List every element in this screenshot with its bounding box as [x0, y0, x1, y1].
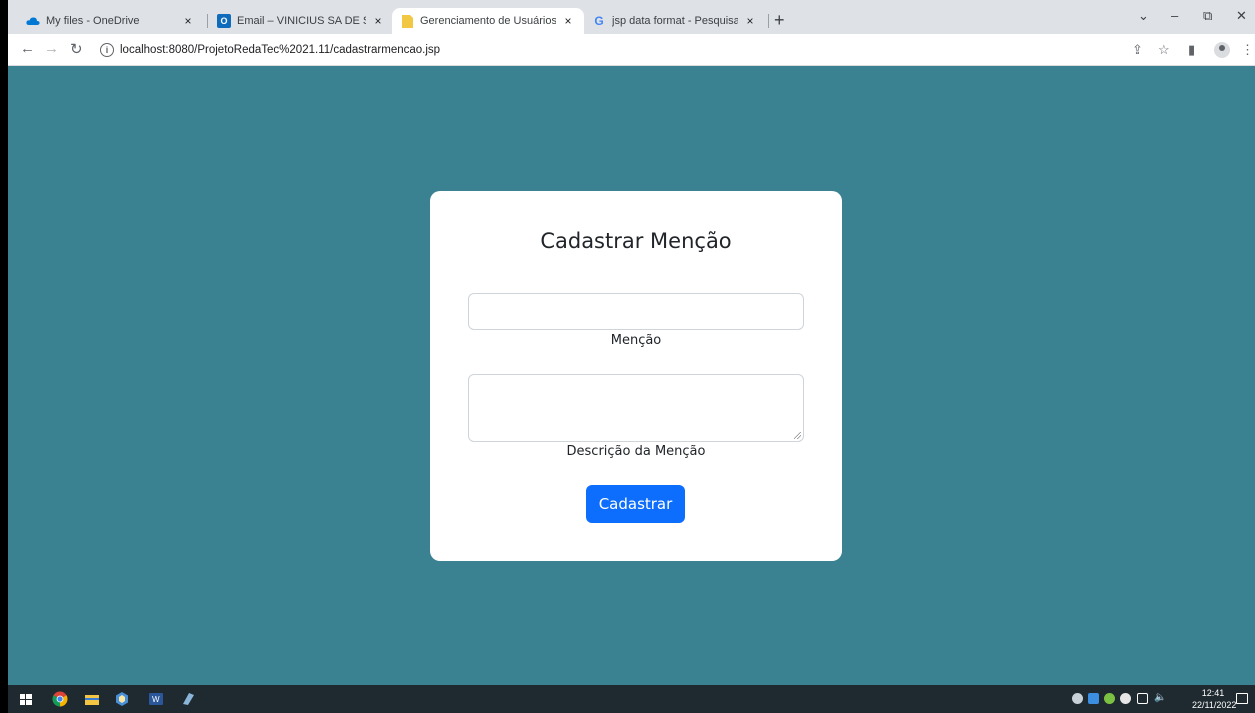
- browser-window: My files - OneDrive × O Email – VINICIUS…: [8, 0, 1255, 713]
- share-icon[interactable]: ⇪: [1132, 42, 1143, 58]
- mencao-label: Menção: [610, 333, 662, 348]
- close-tab-icon[interactable]: ×: [180, 14, 196, 28]
- tab-title: jsp data format - Pesquisa Googl: [612, 15, 738, 27]
- address-bar[interactable]: i localhost:8080/ProjetoRedaTec%2021.11/…: [100, 38, 1110, 62]
- close-window-icon[interactable]: ✕: [1236, 8, 1247, 24]
- form-card: Cadastrar Menção Menção Descrição da Men…: [430, 191, 842, 561]
- tab-strip: My files - OneDrive × O Email – VINICIUS…: [8, 0, 1255, 34]
- tab-separator: [768, 14, 769, 28]
- browser-toolbar: ← → ↻ i localhost:8080/ProjetoRedaTec%20…: [8, 34, 1255, 66]
- tab-title: Gerenciamento de Usuários: [420, 15, 556, 27]
- onedrive-icon: [26, 14, 40, 28]
- close-tab-icon[interactable]: ×: [560, 14, 576, 28]
- word-icon[interactable]: W: [148, 691, 164, 707]
- close-tab-icon[interactable]: ×: [742, 14, 758, 28]
- side-panel-icon[interactable]: ▮: [1188, 42, 1195, 58]
- tab-gerenciamento[interactable]: Gerenciamento de Usuários ×: [392, 8, 584, 34]
- mencao-input[interactable]: [468, 293, 804, 330]
- notification-center-icon[interactable]: [1236, 693, 1248, 704]
- cadastrar-button[interactable]: Cadastrar: [586, 485, 685, 523]
- windows-taskbar: W 🔈 12:41 22/11/2022: [8, 685, 1255, 713]
- google-icon: G: [594, 14, 604, 28]
- tab-onedrive[interactable]: My files - OneDrive ×: [18, 8, 204, 34]
- descricao-label: Descrição da Menção: [566, 444, 706, 459]
- reload-icon[interactable]: ↻: [70, 40, 83, 58]
- tab-search-icon[interactable]: ⌄: [1138, 8, 1149, 24]
- windows-start-icon[interactable]: [18, 691, 34, 707]
- tab-title: Email – VINICIUS SA DE SOUZA -: [237, 15, 366, 27]
- network-icon[interactable]: [1137, 693, 1148, 704]
- document-icon: [400, 14, 414, 28]
- page-viewport: Cadastrar Menção Menção Descrição da Men…: [8, 66, 1255, 685]
- url-text: localhost:8080/ProjetoRedaTec%2021.11/ca…: [120, 44, 441, 56]
- forward-icon[interactable]: →: [44, 40, 59, 57]
- back-icon[interactable]: ←: [20, 40, 35, 57]
- restore-icon[interactable]: ⧉: [1203, 8, 1212, 24]
- close-tab-icon[interactable]: ×: [370, 14, 386, 28]
- site-info-icon[interactable]: i: [100, 43, 114, 57]
- minimize-icon[interactable]: –: [1171, 8, 1178, 23]
- clock-date: 22/11/2022: [1192, 700, 1237, 710]
- tab-separator: [207, 14, 208, 28]
- menu-kebab-icon[interactable]: ⋮: [1241, 42, 1254, 58]
- app-hex-icon[interactable]: [114, 691, 130, 707]
- new-tab-button[interactable]: +: [774, 10, 785, 31]
- page-title: Cadastrar Menção: [540, 229, 732, 253]
- descricao-textarea[interactable]: [468, 374, 804, 442]
- clock-time: 12:41: [1201, 688, 1225, 698]
- notes-app-icon[interactable]: [180, 691, 196, 707]
- outlook-icon: O: [217, 14, 231, 28]
- tray-network-app-icon[interactable]: [1120, 693, 1131, 704]
- tray-status-icon[interactable]: [1104, 693, 1115, 704]
- tray-window-icon[interactable]: [1088, 693, 1099, 704]
- tab-google[interactable]: G jsp data format - Pesquisa Googl ×: [584, 8, 766, 34]
- system-clock[interactable]: 12:41 22/11/2022: [1192, 687, 1237, 711]
- file-explorer-icon[interactable]: [84, 691, 100, 707]
- chrome-icon[interactable]: [52, 691, 68, 707]
- profile-avatar-icon[interactable]: [1214, 42, 1230, 58]
- tab-email[interactable]: O Email – VINICIUS SA DE SOUZA - ×: [209, 8, 394, 34]
- bookmark-star-icon[interactable]: ☆: [1158, 42, 1170, 58]
- volume-icon[interactable]: 🔈: [1154, 692, 1166, 703]
- svg-text:W: W: [152, 695, 160, 704]
- resize-grip-icon[interactable]: [794, 432, 801, 439]
- tab-title: My files - OneDrive: [46, 15, 140, 27]
- tray-app-icon[interactable]: [1072, 693, 1083, 704]
